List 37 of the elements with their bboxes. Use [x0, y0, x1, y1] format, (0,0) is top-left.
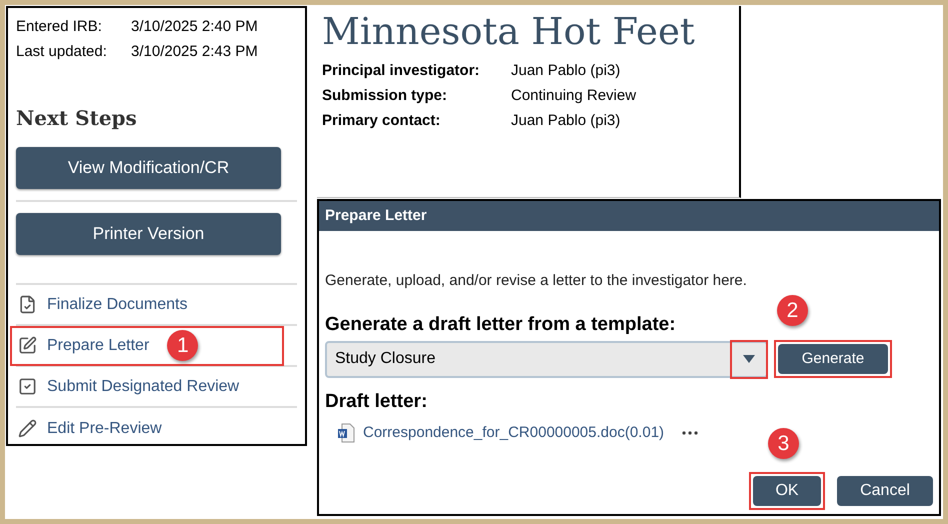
- generate-button[interactable]: Generate: [778, 344, 888, 374]
- template-dropdown[interactable]: Study Closure: [325, 340, 768, 378]
- next-steps-heading: Next Steps: [16, 105, 137, 131]
- word-document-icon: [337, 423, 355, 444]
- activity-link[interactable]: Prepare Letter: [47, 334, 150, 358]
- field-label: Primary contact:: [322, 111, 442, 131]
- date-value: 3/10/2025 2:40 PM: [131, 17, 258, 37]
- field-label: Principal investigator:: [322, 61, 481, 81]
- checkbox-icon: [18, 377, 37, 396]
- edit-icon: [18, 336, 37, 355]
- more-icon[interactable]: [682, 431, 698, 436]
- field-value: Continuing Review: [511, 86, 636, 106]
- study-title: Minnesota Hot Feet: [322, 9, 696, 55]
- activity-link[interactable]: Submit Designated Review: [47, 374, 240, 398]
- date-label: Entered IRB:: [16, 17, 103, 37]
- date-value: 3/10/2025 2:43 PM: [131, 42, 258, 62]
- activity-link[interactable]: Finalize Documents: [47, 292, 188, 316]
- dialog-title: Prepare Letter: [325, 206, 427, 226]
- dialog-button[interactable]: Cancel: [837, 476, 933, 506]
- draft-file-link[interactable]: Correspondence_for_CR00000005.doc(0.01): [363, 422, 664, 444]
- step-number-badge: 2: [777, 295, 808, 326]
- action-button[interactable]: Printer Version: [16, 213, 281, 255]
- template-label: Generate a draft letter from a template:: [325, 313, 676, 337]
- draft-label: Draft letter:: [325, 390, 428, 414]
- dialog-intro: Generate, upload, and/or revise a letter to the investigator here.: [325, 271, 747, 291]
- field-value: Juan Pablo (pi3): [511, 111, 620, 131]
- field-label: Submission type:: [322, 86, 448, 106]
- step-number-badge: 1: [167, 330, 198, 361]
- date-label: Last updated:: [16, 42, 108, 62]
- pencil-icon: [18, 419, 37, 438]
- action-button[interactable]: View Modification/CR: [16, 147, 281, 189]
- caret-icon: [743, 355, 755, 363]
- field-value: Juan Pablo (pi3): [511, 61, 620, 81]
- activity-link[interactable]: Edit Pre-Review: [47, 416, 162, 440]
- step-number-badge: 3: [768, 428, 799, 459]
- document-check-icon: [18, 295, 37, 314]
- dialog-button[interactable]: OK: [753, 476, 821, 506]
